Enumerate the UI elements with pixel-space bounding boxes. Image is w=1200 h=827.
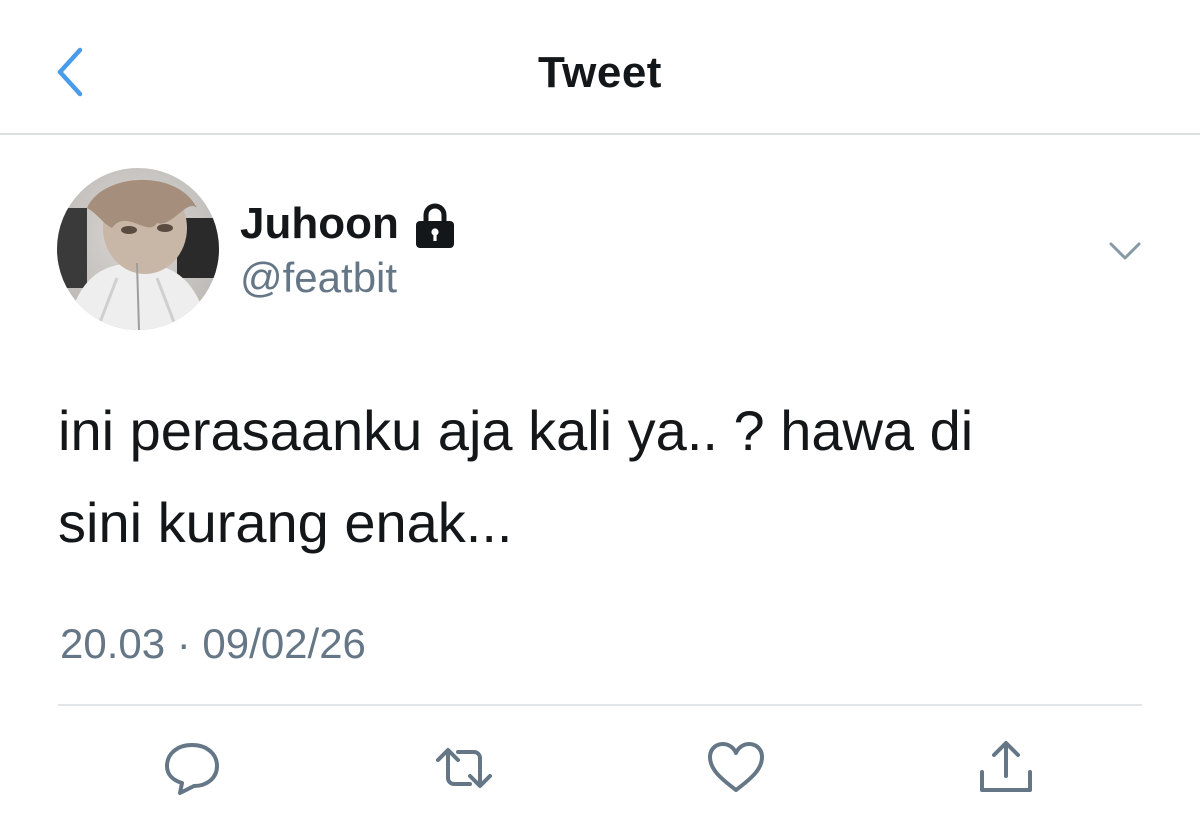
reply-button[interactable] [160, 736, 224, 800]
page-title: Tweet [538, 48, 662, 97]
tweet-text: ini perasaanku aja kali ya.. ? hawa di s… [58, 399, 974, 554]
timestamp[interactable]: 20.03 · 09/02/26 [60, 620, 366, 668]
display-name: Juhoon [240, 199, 399, 248]
top-bar: Tweet [0, 0, 1200, 135]
heart-icon [708, 742, 764, 792]
author-row[interactable]: Juhoon [240, 196, 457, 252]
like-button[interactable] [704, 736, 768, 800]
avatar-image [57, 168, 219, 330]
chevron-down-icon [1109, 242, 1141, 260]
retweet-icon [436, 748, 492, 788]
share-icon [980, 741, 1032, 792]
tweet-menu-button[interactable] [1105, 236, 1145, 264]
reply-icon [165, 743, 219, 795]
user-handle[interactable]: @featbit [240, 254, 397, 302]
avatar[interactable] [57, 168, 219, 330]
retweet-button[interactable] [432, 736, 496, 800]
share-button[interactable] [974, 736, 1038, 800]
lock-icon [415, 203, 454, 248]
divider [58, 704, 1142, 706]
